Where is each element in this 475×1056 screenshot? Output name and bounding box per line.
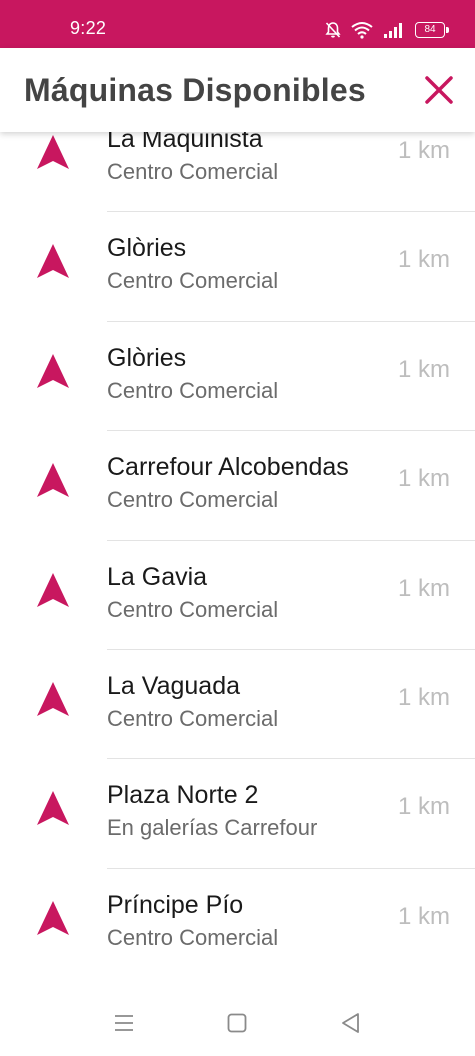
status-time: 9:22	[70, 18, 107, 38]
location-name: Príncipe Pío	[107, 890, 244, 919]
list-item[interactable]: La Gavia Centro Comercial 1 km	[0, 541, 475, 650]
location-subtitle: Centro Comercial	[107, 487, 279, 513]
list-item[interactable]: Glòries Centro Comercial 1 km	[0, 212, 475, 322]
list-item[interactable]: La Maquinista Centro Comercial 1 km	[0, 132, 475, 213]
navigation-arrow-icon	[37, 900, 69, 935]
page-title: Máquinas Disponibles	[24, 72, 366, 108]
location-distance: 1 km	[397, 355, 450, 383]
status-icons: 84	[325, 20, 449, 40]
home-button[interactable]	[224, 1010, 250, 1036]
close-button[interactable]	[419, 70, 459, 110]
navigation-arrow-icon	[37, 353, 69, 388]
location-distance: 1 km	[397, 793, 450, 821]
location-distance: 1 km	[397, 137, 450, 164]
location-distance: 1 km	[397, 902, 450, 930]
location-name: Carrefour Alcobendas	[107, 453, 349, 482]
location-subtitle: Centro Comercial	[107, 268, 279, 294]
location-subtitle: Centro Comercial	[107, 377, 279, 403]
location-name: Glòries	[107, 343, 187, 372]
location-name: La Maquinista	[107, 132, 263, 153]
app-header: Máquinas Disponibles	[0, 48, 475, 132]
navigation-arrow-icon	[37, 791, 69, 826]
location-subtitle: Centro Comercial	[107, 596, 279, 622]
location-distance: 1 km	[397, 683, 450, 711]
back-icon	[342, 1013, 359, 1033]
location-name: Glòries	[107, 234, 187, 263]
location-distance: 1 km	[397, 574, 450, 602]
home-icon	[227, 1013, 247, 1033]
location-distance: 1 km	[397, 246, 450, 274]
navigation-arrow-icon	[37, 244, 69, 279]
list-item[interactable]: Carrefour Alcobendas Centro Comercial 1 …	[0, 431, 475, 541]
signal-icon	[383, 22, 405, 38]
navigation-arrow-icon	[37, 463, 69, 498]
bell-muted-icon	[325, 21, 341, 39]
list-item[interactable]: Glòries Centro Comercial 1 km	[0, 322, 475, 432]
back-button[interactable]	[338, 1010, 364, 1036]
list-item[interactable]: La Vaguada Centro Comercial 1 km	[0, 650, 475, 760]
list-item[interactable]: Príncipe Pío Centro Comercial 1 km	[0, 869, 475, 978]
list-item[interactable]: Plaza Norte 2 En galerías Carrefour 1 km	[0, 759, 475, 869]
battery-icon: 84	[415, 22, 449, 38]
navigation-arrow-icon	[37, 681, 69, 716]
location-name: La Gavia	[107, 562, 208, 591]
close-icon	[425, 76, 453, 104]
machine-list-content: La Maquinista Centro Comercial 1 km Glòr…	[0, 132, 475, 978]
system-nav-bar	[0, 990, 475, 1056]
machine-list[interactable]: La Maquinista Centro Comercial 1 km Glòr…	[0, 132, 475, 982]
location-distance: 1 km	[397, 465, 450, 493]
location-subtitle: Centro Comercial	[107, 924, 279, 950]
status-bar: 9:22 84	[0, 0, 475, 48]
location-subtitle: En galerías Carrefour	[107, 815, 318, 841]
location-name: Plaza Norte 2	[107, 781, 259, 810]
wifi-icon	[351, 21, 373, 39]
location-subtitle: Centro Comercial	[107, 705, 279, 731]
navigation-arrow-icon	[37, 135, 69, 169]
navigation-arrow-icon	[37, 572, 69, 607]
location-subtitle: Centro Comercial	[107, 159, 279, 184]
menu-icon	[115, 1015, 133, 1031]
location-name: La Vaguada	[107, 671, 240, 700]
menu-button[interactable]	[111, 1010, 137, 1036]
